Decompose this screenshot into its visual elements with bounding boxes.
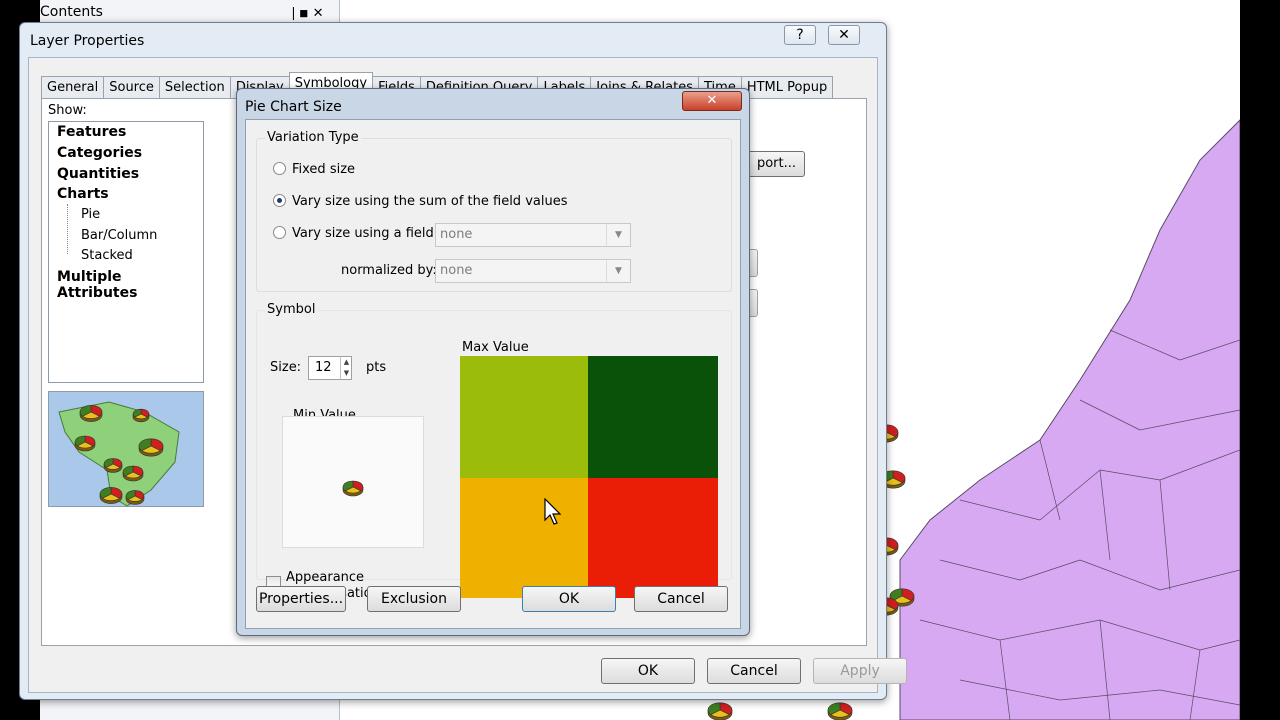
normalization-select-value: none — [440, 263, 473, 278]
toc-controls[interactable]: ❘◾ ✕ — [288, 6, 323, 21]
tree-item-features[interactable]: Features — [57, 124, 126, 140]
size-label: Size: — [270, 360, 302, 375]
pie-chart-symbol — [74, 435, 96, 452]
symbol-label: Symbol — [265, 302, 318, 317]
pie-chart-symbol — [103, 458, 123, 473]
tab-general[interactable]: General — [41, 76, 105, 100]
pie-chart-symbol — [99, 487, 123, 504]
size-spinner-icon[interactable]: ▲ ▼ — [340, 357, 352, 379]
tree-item-bar-column[interactable]: Bar/Column — [81, 228, 157, 243]
fixed-size-label: Fixed size — [292, 162, 356, 177]
normalization-select[interactable]: none ▼ — [435, 259, 631, 283]
tree-item-charts[interactable]: Charts — [57, 186, 109, 202]
vary-sum-label: Vary size using the sum of the field val… — [292, 194, 568, 209]
help-button[interactable]: ? — [784, 25, 816, 45]
pie-chart-symbol — [827, 702, 853, 720]
tree-item-multiple-attributes[interactable]: Multiple Attributes — [57, 269, 203, 301]
show-tree: Features Categories Quantities Charts Pi… — [48, 121, 204, 383]
vary-field-radio[interactable] — [273, 226, 286, 239]
pie-chart-symbol — [707, 702, 733, 720]
tree-item-quantities[interactable]: Quantities — [57, 166, 139, 182]
pie-chart-symbol — [79, 405, 103, 422]
apply-button[interactable]: Apply — [813, 658, 907, 684]
field-select-value: none — [440, 227, 473, 242]
tree-item-categories[interactable]: Categories — [57, 145, 142, 161]
tab-source[interactable]: Source — [103, 76, 160, 100]
mouse-cursor-icon — [544, 498, 562, 525]
pie-chart-symbol — [122, 465, 144, 482]
properties-button[interactable]: Properties... — [256, 586, 346, 612]
ok-button[interactable]: OK — [601, 658, 695, 684]
max-quadrant — [460, 478, 588, 598]
normalized-label: normalized by: — [341, 263, 437, 278]
field-select[interactable]: none ▼ — [435, 223, 631, 247]
chevron-down-icon: ▼ — [606, 224, 630, 246]
vary-sum-option[interactable]: Vary size using the sum of the field val… — [273, 192, 567, 212]
min-value-preview — [282, 416, 424, 548]
pie-chart-symbol — [342, 480, 364, 497]
size-unit-label: pts — [366, 360, 387, 375]
fixed-size-option[interactable]: Fixed size — [273, 160, 355, 180]
dialog-ok-button[interactable]: OK — [522, 586, 616, 612]
vary-sum-radio[interactable] — [273, 194, 286, 207]
pie-chart-symbol — [138, 438, 164, 457]
dialog-title: Pie Chart Size — [245, 99, 342, 115]
tree-item-pie[interactable]: Pie — [81, 207, 100, 222]
pie-chart-symbol — [132, 408, 150, 423]
pin-icon[interactable]: ❘◾ — [288, 6, 308, 21]
show-label: Show: — [48, 103, 87, 118]
max-quadrant — [588, 478, 718, 598]
tree-item-stacked[interactable]: Stacked — [81, 248, 133, 263]
dialog-cancel-button[interactable]: Cancel — [634, 586, 728, 612]
cancel-button[interactable]: Cancel — [707, 658, 801, 684]
pie-chart-symbol — [125, 490, 145, 505]
variation-type-label: Variation Type — [265, 130, 361, 145]
max-quadrant — [588, 356, 718, 478]
tree-connector — [67, 204, 68, 254]
fixed-size-radio[interactable] — [273, 162, 286, 175]
close-button[interactable]: ✕ — [828, 25, 860, 45]
vary-field-label: Vary size using a field: — [292, 226, 439, 241]
exclusion-button[interactable]: Exclusion — [367, 586, 461, 612]
variation-type-group: Variation Type Fixed size Vary size usin… — [256, 130, 732, 292]
symbology-preview-image — [48, 391, 204, 507]
tab-html-popup[interactable]: HTML Popup — [740, 76, 834, 100]
max-value-label: Max Value — [462, 340, 529, 355]
toc-close-icon[interactable]: ✕ — [313, 6, 324, 21]
window-title: Layer Properties — [30, 33, 145, 49]
dialog-body: Variation Type Fixed size Vary size usin… — [245, 119, 741, 629]
tab-selection[interactable]: Selection — [158, 76, 231, 100]
chevron-down-icon: ▼ — [606, 260, 630, 282]
max-value-preview — [460, 356, 718, 598]
dialog-close-button[interactable]: ✕ — [682, 91, 742, 111]
toc-title: Contents — [40, 4, 103, 20]
min-symbol — [342, 480, 364, 497]
pie-chart-size-dialog: Pie Chart Size ✕ Variation Type Fixed si… — [236, 88, 750, 636]
max-quadrant — [460, 356, 588, 478]
preview-map — [58, 401, 180, 506]
vary-field-option[interactable]: Vary size using a field: — [273, 224, 438, 244]
